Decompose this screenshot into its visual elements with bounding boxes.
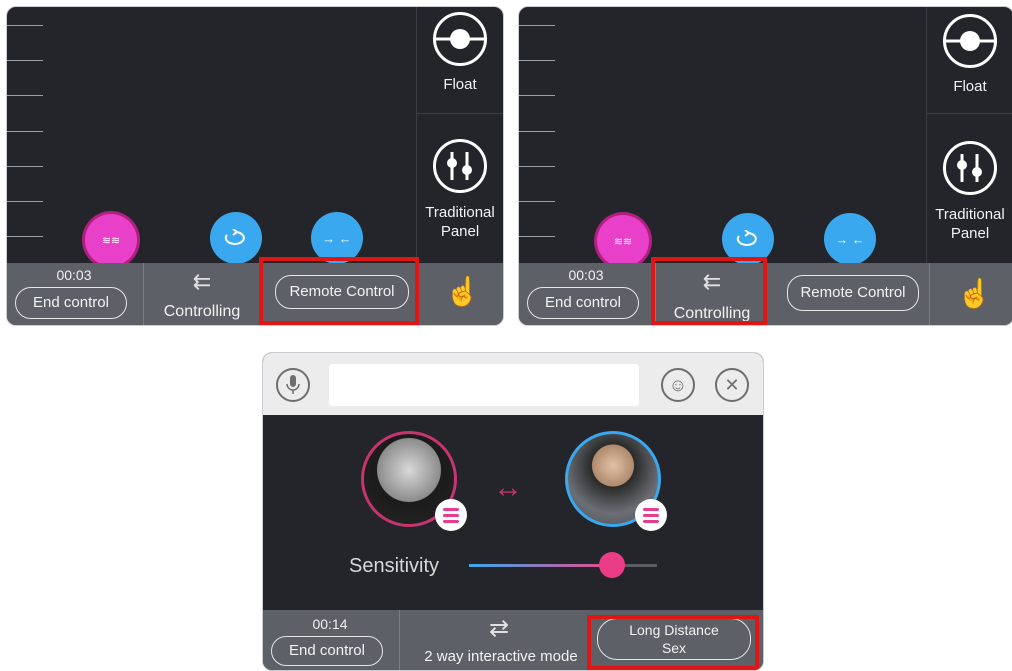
wave-mode-icon[interactable]: ≋≋ <box>597 215 649 267</box>
traditional-label-1: Traditional <box>425 204 495 221</box>
message-bar: ☺ ✕ <box>263 353 763 415</box>
traditional-panel-icon <box>943 141 997 195</box>
traditional-label-2: Panel <box>950 225 990 242</box>
traditional-panel-option[interactable]: Traditional Panel <box>417 113 503 263</box>
traditional-panel-icon <box>433 139 487 193</box>
two-way-mode-label[interactable]: 2 way interactive mode <box>409 648 593 665</box>
float-option[interactable]: Float <box>927 7 1012 114</box>
highlight-box <box>587 615 759 670</box>
timer: 00:03 <box>568 267 604 283</box>
controlling-arrow-icon: ⇇ <box>192 269 212 294</box>
menu-badge-icon[interactable] <box>435 499 467 531</box>
float-label: Float <box>953 78 987 95</box>
bidirectional-arrow-icon: ↔ <box>493 471 523 504</box>
remote-control-button[interactable]: Remote Control <box>787 275 919 311</box>
float-icon <box>943 14 997 68</box>
touch-hand-icon[interactable]: ☝ <box>445 275 480 308</box>
sensitivity-label: Sensitivity <box>349 555 440 577</box>
control-bar: 00:03 End control ⇇ Controlling Remote C… <box>7 263 503 325</box>
microphone-icon[interactable] <box>276 368 310 402</box>
traditional-panel-option[interactable]: Traditional Panel <box>927 113 1012 263</box>
timer: 00:14 <box>312 616 348 632</box>
wave-mode-icon[interactable]: ≋≋ <box>85 214 137 266</box>
remote-control-panel-right: ≋≋ → ← Float Traditional Panel 00:03 End… <box>518 6 1012 326</box>
smiley-icon[interactable]: ☺ <box>661 368 695 402</box>
slider-thumb[interactable] <box>598 552 625 578</box>
float-option[interactable]: Float <box>417 7 503 114</box>
highlight-box <box>259 257 419 325</box>
close-icon[interactable]: ✕ <box>715 368 749 402</box>
controlling-button[interactable]: Controlling <box>147 303 257 321</box>
side-menu: Float Traditional Panel <box>926 7 1012 263</box>
float-label: Float <box>443 76 477 93</box>
swap-icon: ⇄ <box>488 615 510 642</box>
timer: 00:03 <box>56 267 92 283</box>
side-menu: Float Traditional Panel <box>416 7 503 263</box>
level-scale <box>519 7 559 263</box>
message-input[interactable] <box>329 364 639 406</box>
touch-hand-icon[interactable]: ☝ <box>957 277 992 310</box>
sensitivity-slider[interactable] <box>469 552 657 578</box>
end-control-button[interactable]: End control <box>527 287 639 319</box>
loop-mode-icon[interactable] <box>210 212 262 264</box>
traditional-label-2: Panel <box>440 223 480 240</box>
end-control-button[interactable]: End control <box>15 287 127 319</box>
menu-badge-icon[interactable] <box>635 499 667 531</box>
end-control-button[interactable]: End control <box>271 636 383 666</box>
traditional-label-1: Traditional <box>935 206 1005 223</box>
remote-control-panel-left: ≋≋ → ← Float Traditional Panel 00:03 End… <box>6 6 504 326</box>
float-icon <box>433 12 487 66</box>
interactive-mode-panel: ☺ ✕ ↔ Sensitivity 00:14 End control ⇄ 2 … <box>262 352 764 671</box>
highlight-box <box>651 257 767 325</box>
level-scale <box>7 7 47 263</box>
arrows-mode-icon[interactable]: → ← <box>824 213 876 265</box>
